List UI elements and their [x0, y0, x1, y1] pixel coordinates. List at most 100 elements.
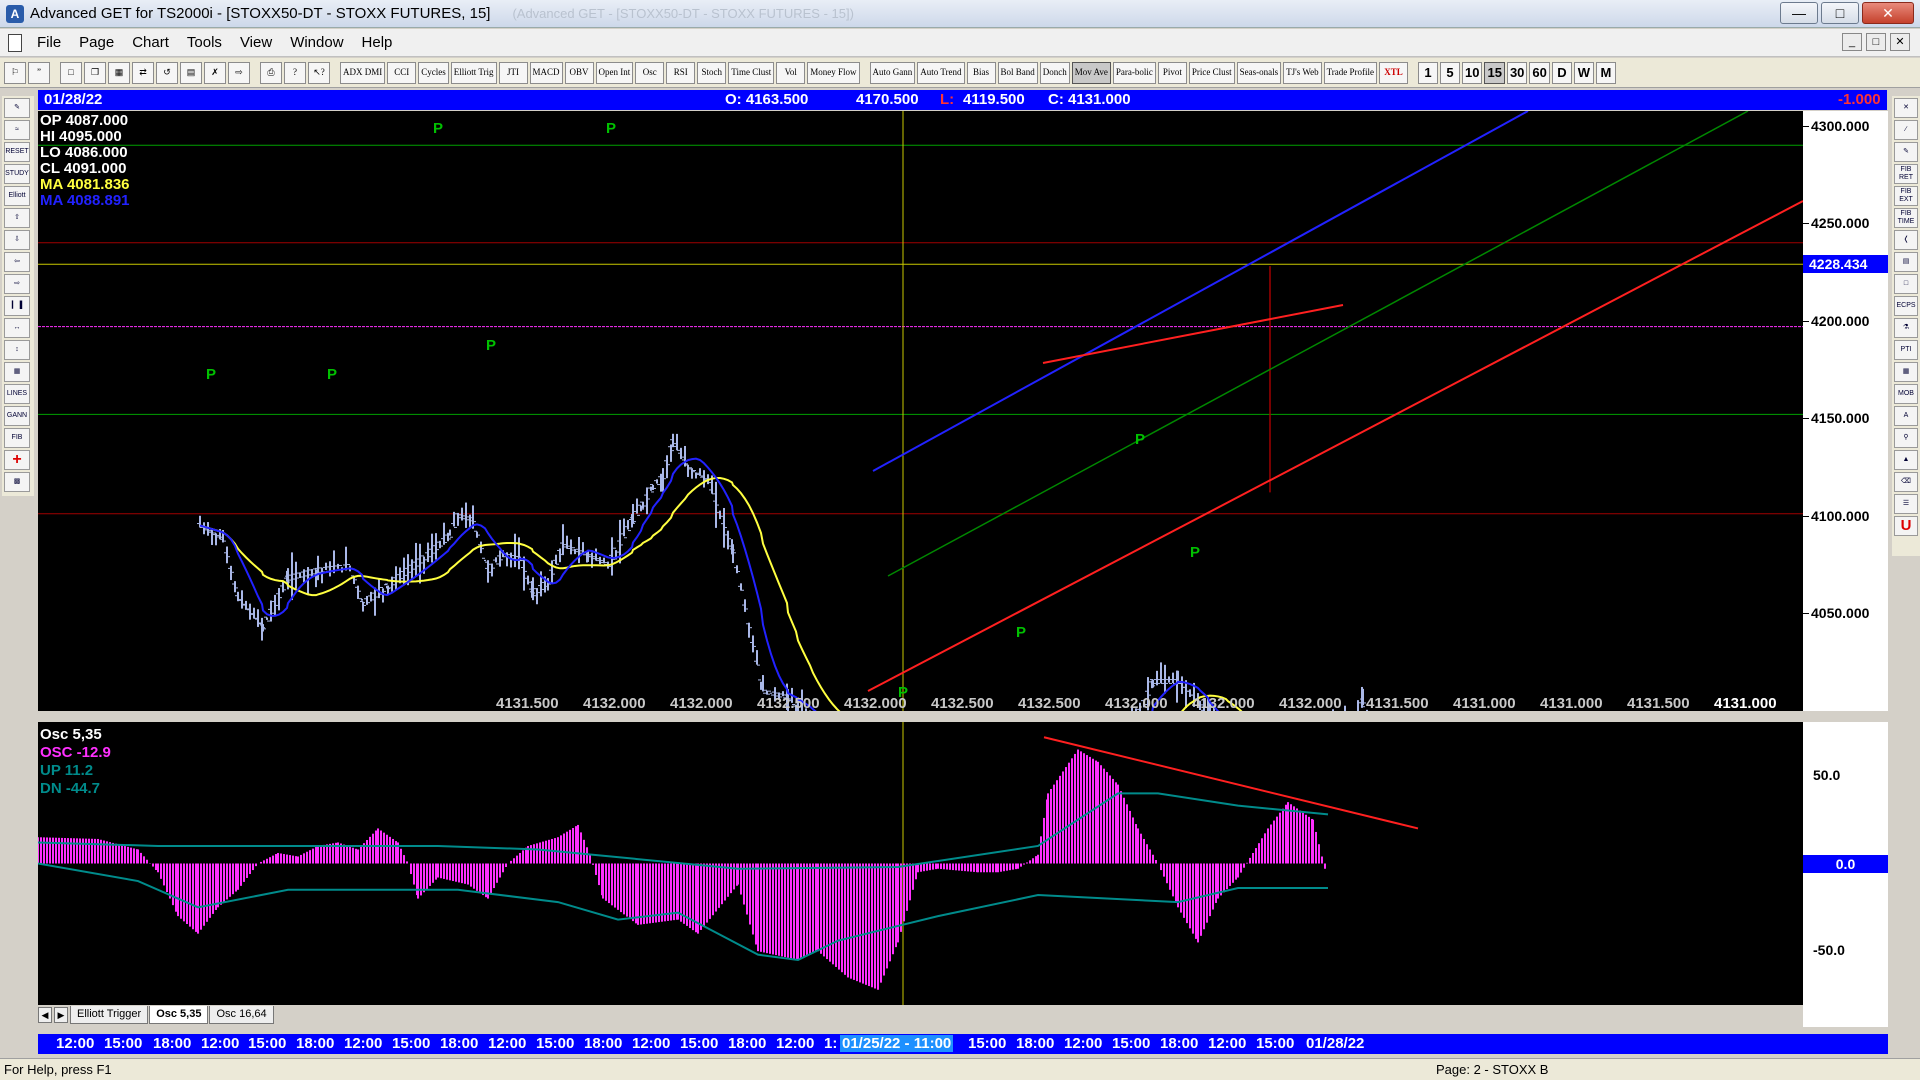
tile-icon[interactable]: ▤ [180, 61, 202, 84]
layout-icon[interactable]: ▦ [108, 61, 130, 84]
arrow-left-icon[interactable]: ⇦ [4, 252, 30, 272]
study-open-int-button[interactable]: Open Int [595, 61, 634, 84]
interval-30-button[interactable]: 30 [1506, 61, 1528, 84]
ellipse-tool-icon[interactable]: ECPS [1894, 296, 1918, 316]
study-mov-ave-button[interactable]: Mov Ave [1071, 61, 1111, 84]
study-seas-onals-button[interactable]: Seas-onals [1236, 61, 1282, 84]
arrow-right-icon[interactable]: ⇨ [4, 274, 30, 294]
sync-icon[interactable]: ↺ [156, 61, 178, 84]
mdi-close-button[interactable]: ✕ [1890, 33, 1910, 51]
delete-icon[interactable]: ✗ [204, 61, 226, 84]
help-icon[interactable]: ? [284, 61, 306, 84]
study-para-bolic-button[interactable]: Para-bolic [1112, 61, 1156, 84]
export-icon[interactable]: ⇨ [228, 61, 250, 84]
close-pane-icon[interactable]: ✕ [1894, 98, 1918, 118]
interval-w-button[interactable]: W [1573, 61, 1594, 84]
grid-tool-icon-right[interactable]: ▦ [1894, 362, 1918, 382]
study-money-flow-button[interactable]: Money Flow [807, 61, 860, 84]
box-tool-icon[interactable]: □ [1894, 274, 1918, 294]
menu-page[interactable]: Page [70, 34, 123, 51]
fib-ret-icon[interactable]: FIB RET [1894, 164, 1918, 184]
crosshair-tool-icon[interactable]: + [4, 450, 30, 470]
study-tj-s-web-button[interactable]: TJ's Web [1283, 61, 1322, 84]
study-pivot-button[interactable]: Pivot [1157, 61, 1187, 84]
study-macd-button[interactable]: MACD [529, 61, 563, 84]
study-elliott-trig-button[interactable]: Elliott Trig [450, 61, 497, 84]
document-icon[interactable] [8, 33, 22, 52]
arrow-down-icon[interactable]: ⇩ [4, 230, 30, 250]
price-chart[interactable]: P PPPPPPPPOP 4087.000HI 4095.000LO 4086.0… [38, 111, 1803, 711]
study-auto-gann-button[interactable]: Auto Gann [869, 61, 916, 84]
paint-tool-icon[interactable]: ▲ [1894, 450, 1918, 470]
study-stoch-button[interactable]: Stoch [697, 61, 727, 84]
oscillator-chart[interactable]: Osc 5,35OSC -12.9UP 11.2DN -44.7 [38, 722, 1803, 1005]
tab-osc-5-35[interactable]: Osc 5,35 [149, 1006, 209, 1024]
menu-view[interactable]: View [231, 34, 281, 51]
study-rsi-button[interactable]: RSI [666, 61, 696, 84]
study-jti-button[interactable]: JTI [498, 61, 528, 84]
study-bol-band-button[interactable]: Bol Band [997, 61, 1038, 84]
save-tool-icon[interactable]: ▩ [4, 472, 30, 492]
new-icon[interactable]: □ [60, 61, 82, 84]
study-auto-trend-button[interactable]: Auto Trend [917, 61, 965, 84]
mdi-minimize-button[interactable]: _ [1842, 33, 1862, 51]
interval-m-button[interactable]: M [1595, 61, 1616, 84]
chart-tool-icon[interactable]: ≈ [4, 120, 30, 140]
quote-icon[interactable]: ” [28, 61, 50, 84]
interval-1-button[interactable]: 1 [1418, 61, 1439, 84]
menu-help[interactable]: Help [353, 34, 402, 51]
close-button[interactable]: ✕ [1862, 2, 1914, 24]
expand-tool-icon[interactable]: ↕ [4, 340, 30, 360]
bars-tool-icon[interactable]: ▎▐ [4, 296, 30, 316]
maximize-button[interactable]: □ [1821, 2, 1859, 24]
minimize-button[interactable]: — [1780, 2, 1818, 24]
tab-osc-16-64[interactable]: Osc 16,64 [209, 1006, 274, 1024]
list-tool-icon[interactable]: ☰ [1894, 494, 1918, 514]
study-adx-dmi-button[interactable]: ADX DMI [340, 61, 386, 84]
interval-d-button[interactable]: D [1551, 61, 1572, 84]
study-donch-button[interactable]: Donch [1039, 61, 1070, 84]
compress-tool-icon[interactable]: ↔ [4, 318, 30, 338]
fib-time-icon[interactable]: FIB TIME [1894, 208, 1918, 228]
study-trade-profile-button[interactable]: Trade Profile [1323, 61, 1378, 84]
pen-tool-icon[interactable]: ✎ [1894, 142, 1918, 162]
study-xtl-button[interactable]: XTL [1379, 61, 1409, 84]
move-icon[interactable]: ⇄ [132, 61, 154, 84]
study-tool-icon[interactable]: STUDY [4, 164, 30, 184]
tab-elliott-trigger[interactable]: Elliott Trigger [70, 1006, 149, 1024]
menu-file[interactable]: File [28, 34, 70, 51]
study-vol-button[interactable]: Vol [776, 61, 806, 84]
study-time-clust-button[interactable]: Time Clust [728, 61, 775, 84]
andrews-tool-icon[interactable]: ⚗ [1894, 318, 1918, 338]
arrow-up-icon[interactable]: ⇧ [4, 208, 30, 228]
study-obv-button[interactable]: OBV [564, 61, 594, 84]
tab-prev-arrow[interactable]: ◀ [38, 1007, 52, 1023]
line-tool-icon[interactable]: ∕ [1894, 120, 1918, 140]
cursor-tool-icon[interactable]: ✎ [4, 98, 30, 118]
interval-15-button[interactable]: 15 [1484, 61, 1505, 84]
fib-ext-icon[interactable]: FIB EXT [1894, 186, 1918, 206]
study-osc-button[interactable]: Osc [635, 61, 665, 84]
gann-tool-icon[interactable]: GANN [4, 406, 30, 426]
interval-10-button[interactable]: 10 [1462, 61, 1483, 84]
print-icon[interactable]: ⎙ [260, 61, 282, 84]
mob-tool-icon[interactable]: MOB [1894, 384, 1918, 404]
pti-tool-icon[interactable]: PTI [1894, 340, 1918, 360]
fan-tool-icon[interactable]: ❬ [1894, 230, 1918, 250]
menu-chart[interactable]: Chart [123, 34, 178, 51]
undo-tool-icon[interactable]: U [1894, 516, 1918, 536]
lines-tool-icon[interactable]: LINES [4, 384, 30, 404]
reset-tool-icon[interactable]: RESET [4, 142, 30, 162]
copy-icon[interactable]: ❐ [84, 61, 106, 84]
zoom-tool-icon[interactable]: ⚲ [1894, 428, 1918, 448]
menu-tools[interactable]: Tools [178, 34, 231, 51]
context-help-icon[interactable]: ↖? [308, 61, 330, 84]
fib-tool-icon[interactable]: FIB [4, 428, 30, 448]
erase-tool-icon[interactable]: ⌫ [1894, 472, 1918, 492]
study-cycles-button[interactable]: Cycles [418, 61, 449, 84]
menu-window[interactable]: Window [281, 34, 352, 51]
tab-next-arrow[interactable]: ▶ [54, 1007, 68, 1023]
interval-5-button[interactable]: 5 [1440, 61, 1461, 84]
grid-tool-icon[interactable]: ▦ [4, 362, 30, 382]
channel-tool-icon[interactable]: ▤ [1894, 252, 1918, 272]
